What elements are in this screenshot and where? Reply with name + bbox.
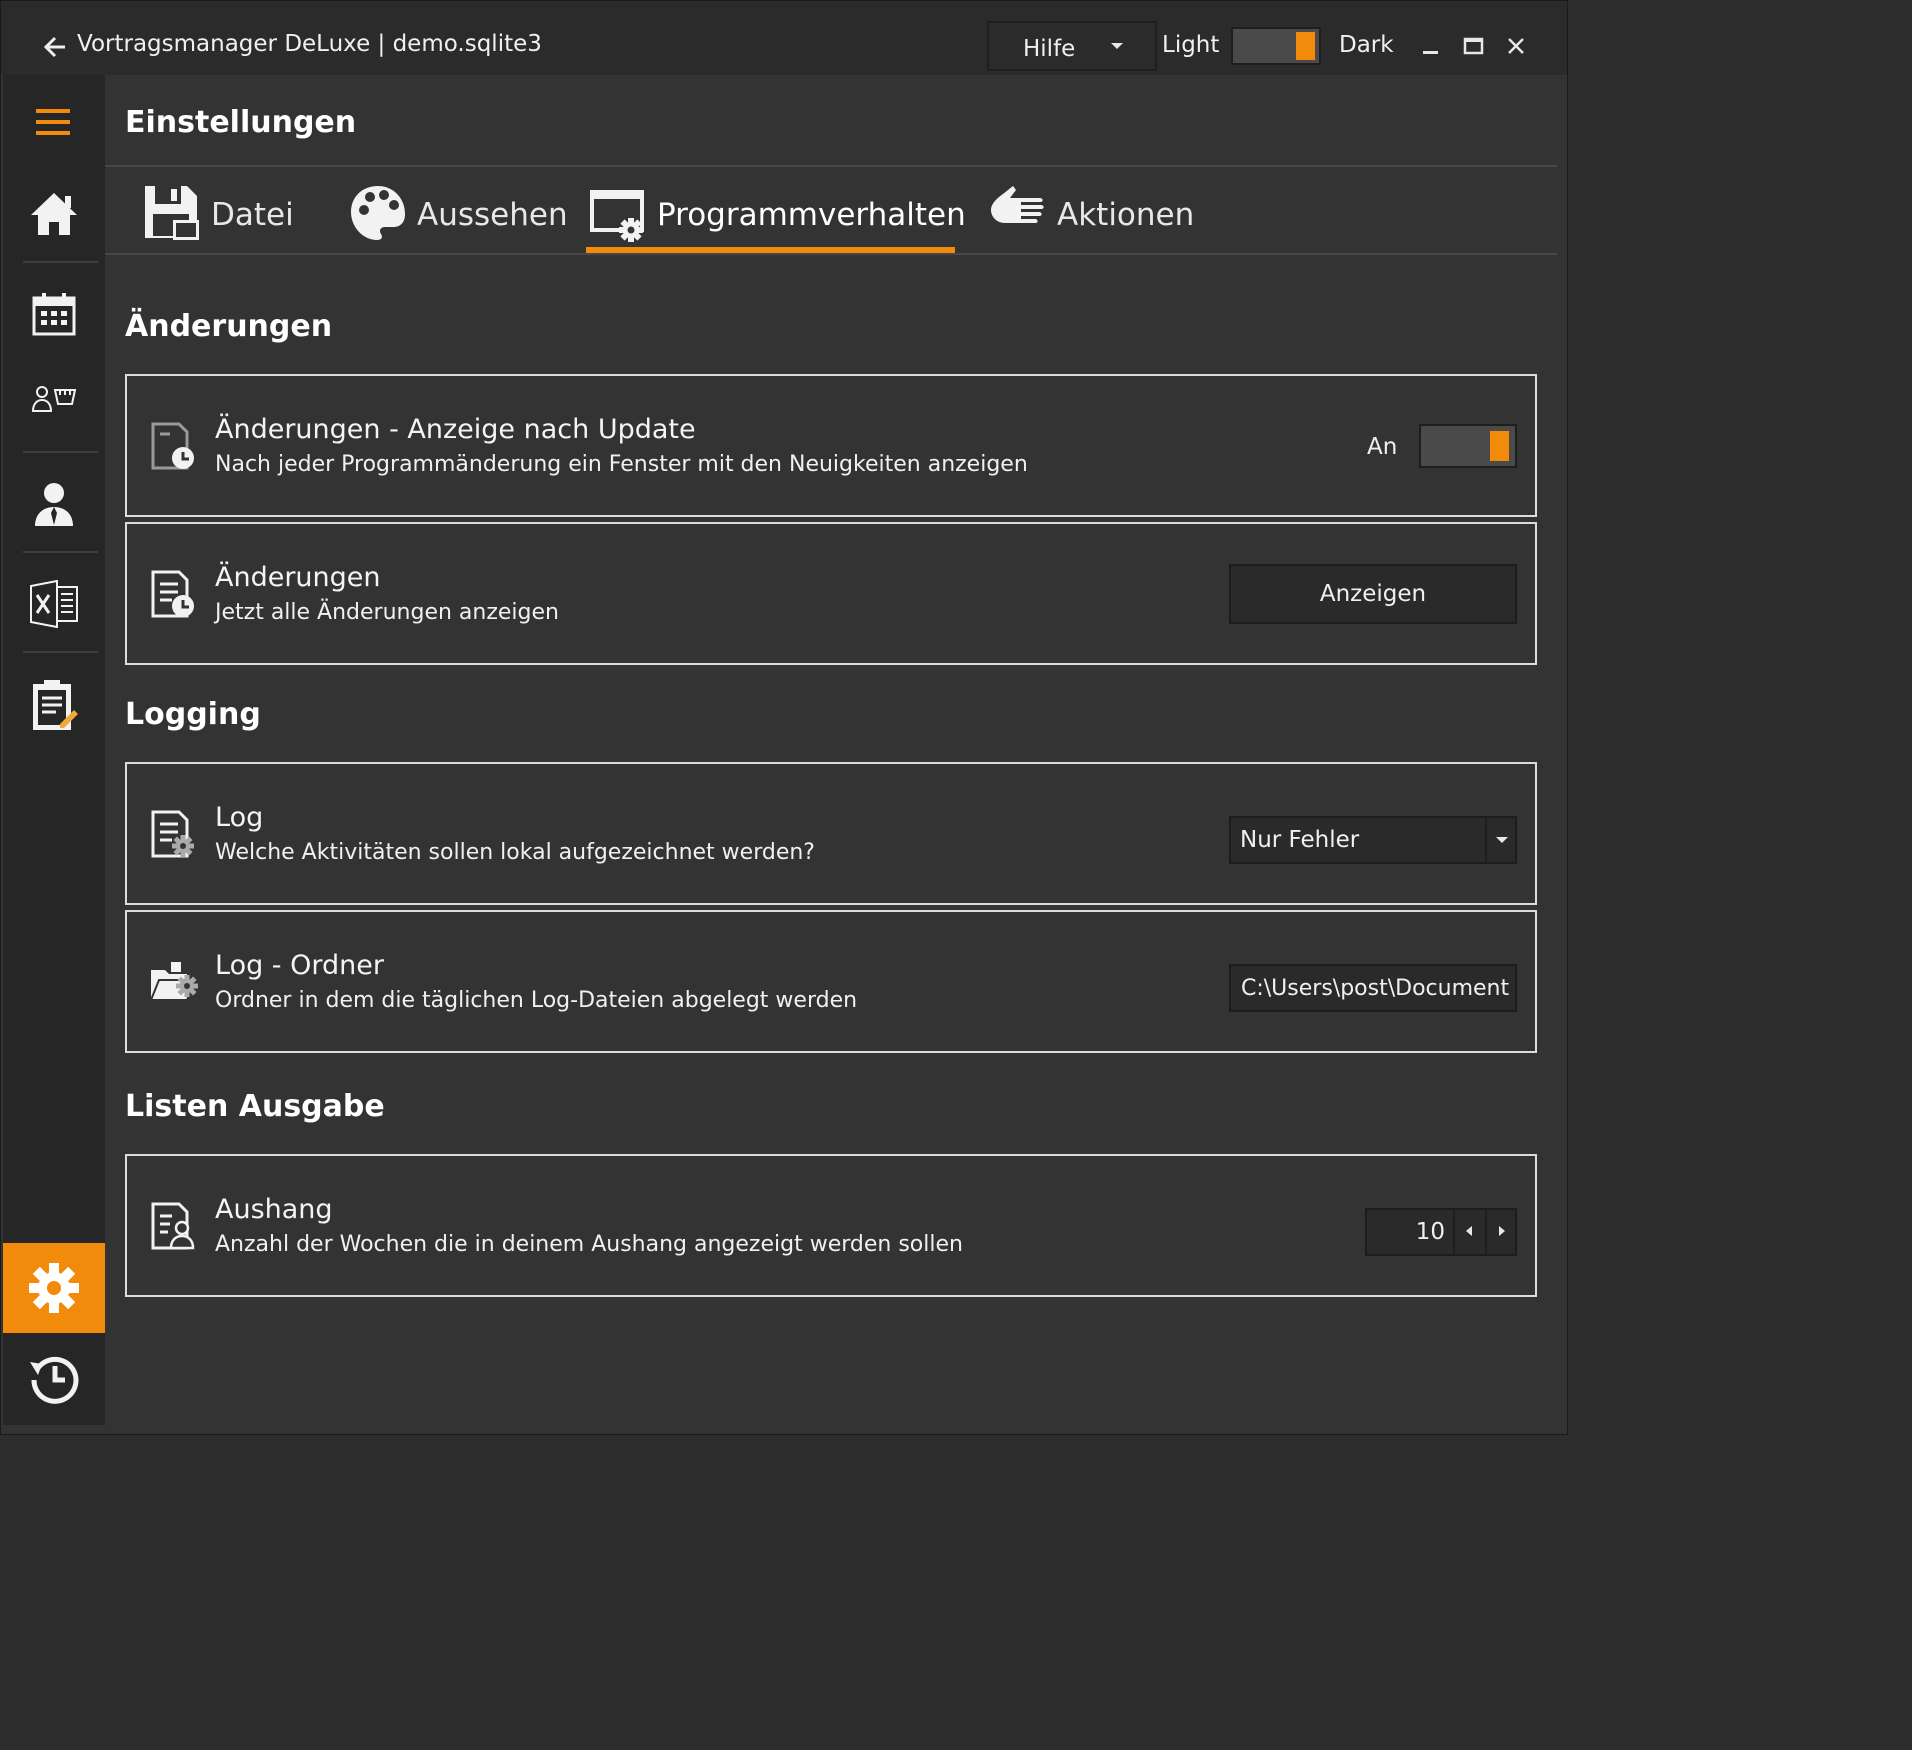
theme-dark-label: Dark	[1339, 32, 1394, 58]
home-icon[interactable]	[3, 179, 105, 249]
setting-title: Log	[215, 802, 264, 833]
nav-separator	[23, 451, 98, 453]
setting-title: Änderungen - Anzeige nach Update	[215, 414, 696, 445]
setting-log-level: Log Welche Aktivitäten sollen lokal aufg…	[125, 762, 1537, 905]
hand-icon	[989, 184, 1047, 246]
chevron-left-icon	[1466, 1226, 1472, 1236]
history-icon[interactable]	[3, 1343, 105, 1413]
document-gear-icon	[149, 808, 199, 862]
close-icon[interactable]	[1505, 31, 1527, 61]
document-clock-icon	[149, 568, 199, 622]
clipboard-icon[interactable]	[3, 669, 105, 741]
section-title-lists: Listen Ausgabe	[125, 1089, 385, 1124]
header-divider	[105, 165, 1557, 167]
folder-gear-icon	[149, 956, 199, 1010]
setting-title: Aushang	[215, 1194, 333, 1225]
update-display-toggle[interactable]	[1419, 424, 1517, 468]
save-icon	[143, 184, 201, 246]
log-folder-field[interactable]	[1229, 964, 1517, 1012]
setting-description: Ordner in dem die täglichen Log-Dateien …	[215, 988, 858, 1013]
maximize-icon[interactable]	[1463, 31, 1485, 61]
hamburger-icon[interactable]	[3, 93, 105, 151]
chevron-down-icon[interactable]	[1496, 837, 1508, 843]
setting-update-display: Änderungen - Anzeige nach Update Nach je…	[125, 374, 1537, 517]
tab-label: Datei	[211, 197, 294, 233]
toggle-knob	[1490, 431, 1509, 461]
chevron-right-icon	[1499, 1226, 1505, 1236]
log-level-select[interactable]: Nur Fehler	[1229, 816, 1517, 864]
document-person-icon	[149, 1200, 199, 1254]
setting-description: Anzahl der Wochen die in deinem Aushang …	[215, 1232, 963, 1257]
tab-label: Aktionen	[1057, 197, 1195, 233]
gear-icon[interactable]	[3, 1243, 105, 1333]
setting-log-folder: Log - Ordner Ordner in dem die täglichen…	[125, 910, 1537, 1053]
setting-show-all-changes: Änderungen Jetzt alle Änderungen anzeige…	[125, 522, 1537, 665]
palette-icon	[349, 184, 407, 246]
back-arrow-icon[interactable]	[39, 31, 71, 63]
nav-separator	[23, 261, 98, 263]
tab-divider	[105, 253, 1557, 255]
setting-description: Nach jeder Programmänderung ein Fenster …	[215, 452, 1028, 477]
window-gear-icon	[589, 184, 647, 246]
log-folder-input[interactable]	[1231, 966, 1515, 1010]
sidebar	[3, 75, 105, 1425]
minimize-icon[interactable]	[1421, 31, 1441, 61]
page-title: Einstellungen	[125, 105, 357, 140]
help-label: Hilfe	[1023, 36, 1076, 62]
show-changes-button[interactable]: Anzeigen	[1229, 564, 1517, 624]
help-dropdown[interactable]: Hilfe	[987, 21, 1157, 71]
person-icon[interactable]	[3, 469, 105, 539]
tab-datei[interactable]: Datei	[143, 177, 294, 253]
calendar-icon[interactable]	[3, 279, 105, 349]
section-title-changes: Änderungen	[125, 309, 333, 344]
weeks-stepper[interactable]: 10	[1365, 1208, 1517, 1256]
setting-description: Jetzt alle Änderungen anzeigen	[215, 600, 559, 625]
select-value: Nur Fehler	[1240, 827, 1360, 853]
select-divider	[1485, 818, 1487, 862]
excel-icon[interactable]	[3, 569, 105, 639]
toggle-knob	[1296, 32, 1315, 60]
tab-programmverhalten[interactable]: Programmverhalten	[589, 177, 966, 253]
nav-separator	[23, 651, 98, 653]
tab-aussehen[interactable]: Aussehen	[349, 177, 568, 253]
stepper-value[interactable]: 10	[1416, 1219, 1445, 1245]
speaker-icon[interactable]	[3, 369, 105, 429]
app-window: Vortragsmanager DeLuxe | demo.sqlite3 Hi…	[0, 0, 1568, 1435]
tab-label: Aussehen	[417, 197, 568, 233]
theme-toggle[interactable]	[1231, 27, 1321, 65]
setting-title: Log - Ordner	[215, 950, 384, 981]
document-clock-icon	[149, 420, 199, 474]
toggle-state-label: An	[1367, 434, 1398, 460]
title-bar: Vortragsmanager DeLuxe | demo.sqlite3 Hi…	[1, 1, 1567, 75]
tab-aktionen[interactable]: Aktionen	[989, 177, 1194, 253]
theme-light-label: Light	[1162, 32, 1220, 58]
setting-posting-weeks: Aushang Anzahl der Wochen die in deinem …	[125, 1154, 1537, 1297]
setting-description: Welche Aktivitäten sollen lokal aufgezei…	[215, 840, 815, 865]
increment-button[interactable]	[1487, 1210, 1517, 1254]
tab-label: Programmverhalten	[657, 197, 966, 233]
chevron-down-icon	[1111, 43, 1123, 49]
section-title-logging: Logging	[125, 697, 261, 732]
setting-title: Änderungen	[215, 562, 381, 593]
nav-separator	[23, 551, 98, 553]
decrement-button[interactable]	[1455, 1210, 1485, 1254]
app-title: Vortragsmanager DeLuxe | demo.sqlite3	[77, 31, 542, 57]
